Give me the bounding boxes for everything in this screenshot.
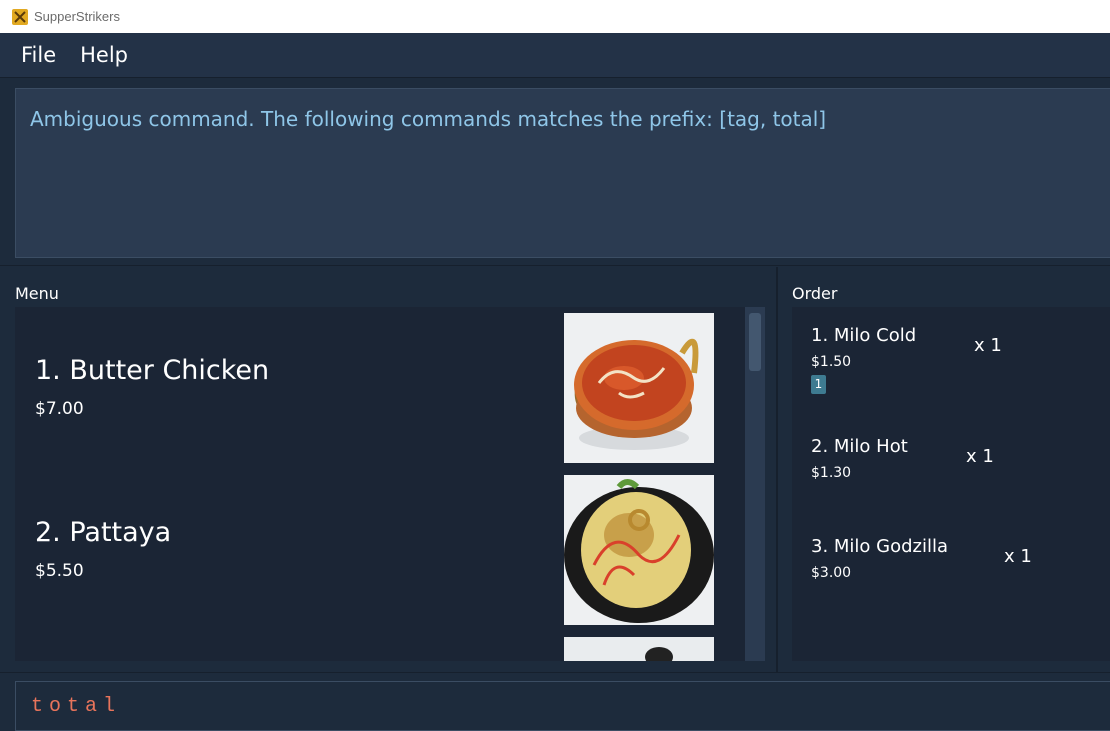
order-item-name: 2. Milo Hot [811, 436, 908, 457]
menu-item-price: $7.00 [35, 399, 84, 419]
menu-panel: Menu 1. Butter Chicken $7.00 2. Pattaya … [0, 267, 778, 672]
result-display[interactable]: Ambiguous command. The following command… [15, 88, 1110, 258]
dish-image [564, 637, 714, 661]
window-title: SupperStrikers [34, 9, 120, 24]
order-label: Order [792, 284, 838, 303]
menu-item-name: 2. Pattaya [35, 517, 172, 548]
menu-help[interactable]: Help [68, 43, 140, 67]
result-display-panel: Ambiguous command. The following command… [0, 79, 1110, 266]
order-item-price: $1.30 [811, 465, 852, 481]
app-logo-icon [12, 8, 28, 25]
butter-chicken-image [564, 313, 714, 463]
command-box [0, 672, 1110, 731]
order-item-quantity: x 1 [966, 446, 994, 467]
order-item[interactable]: 1. Milo Cold x 1 $1.50 1 [792, 307, 1110, 407]
order-item-price: $1.50 [811, 354, 852, 370]
order-item-name: 1. Milo Cold [811, 325, 917, 346]
order-item-quantity: x 1 [974, 335, 1002, 356]
menu-card[interactable]: 1. Butter Chicken $7.00 [15, 307, 745, 469]
menu-bar: File Help [0, 33, 1110, 78]
menu-scrollbar-thumb[interactable] [749, 313, 761, 371]
order-item-name: 3. Milo Godzilla [811, 536, 949, 557]
menu-file[interactable]: File [9, 43, 68, 67]
order-item[interactable]: 3. Milo Godzilla x 1 $3.00 [792, 517, 1110, 617]
menu-card[interactable]: 2. Pattaya $5.50 [15, 469, 745, 631]
menu-list[interactable]: 1. Butter Chicken $7.00 2. Pattaya $5.50 [15, 307, 765, 661]
menu-item-price: $5.50 [35, 561, 84, 581]
menu-scrollbar[interactable] [745, 307, 765, 661]
order-item-price: $3.00 [811, 565, 852, 581]
order-item-quantity: x 1 [1004, 546, 1032, 567]
result-message: Ambiguous command. The following command… [30, 107, 827, 131]
title-bar: SupperStrikers [0, 0, 1110, 33]
order-item-tag: 1 [811, 375, 826, 394]
menu-item-name: 1. Butter Chicken [35, 355, 270, 386]
order-item[interactable]: 2. Milo Hot x 1 $1.30 [792, 417, 1110, 517]
order-panel: Order 1. Milo Cold x 1 $1.50 1 2. Milo H… [780, 267, 1110, 672]
pattaya-image [564, 475, 714, 625]
order-list[interactable]: 1. Milo Cold x 1 $1.50 1 2. Milo Hot x 1… [792, 307, 1110, 661]
menu-label: Menu [15, 284, 59, 303]
command-input[interactable] [15, 681, 1110, 731]
